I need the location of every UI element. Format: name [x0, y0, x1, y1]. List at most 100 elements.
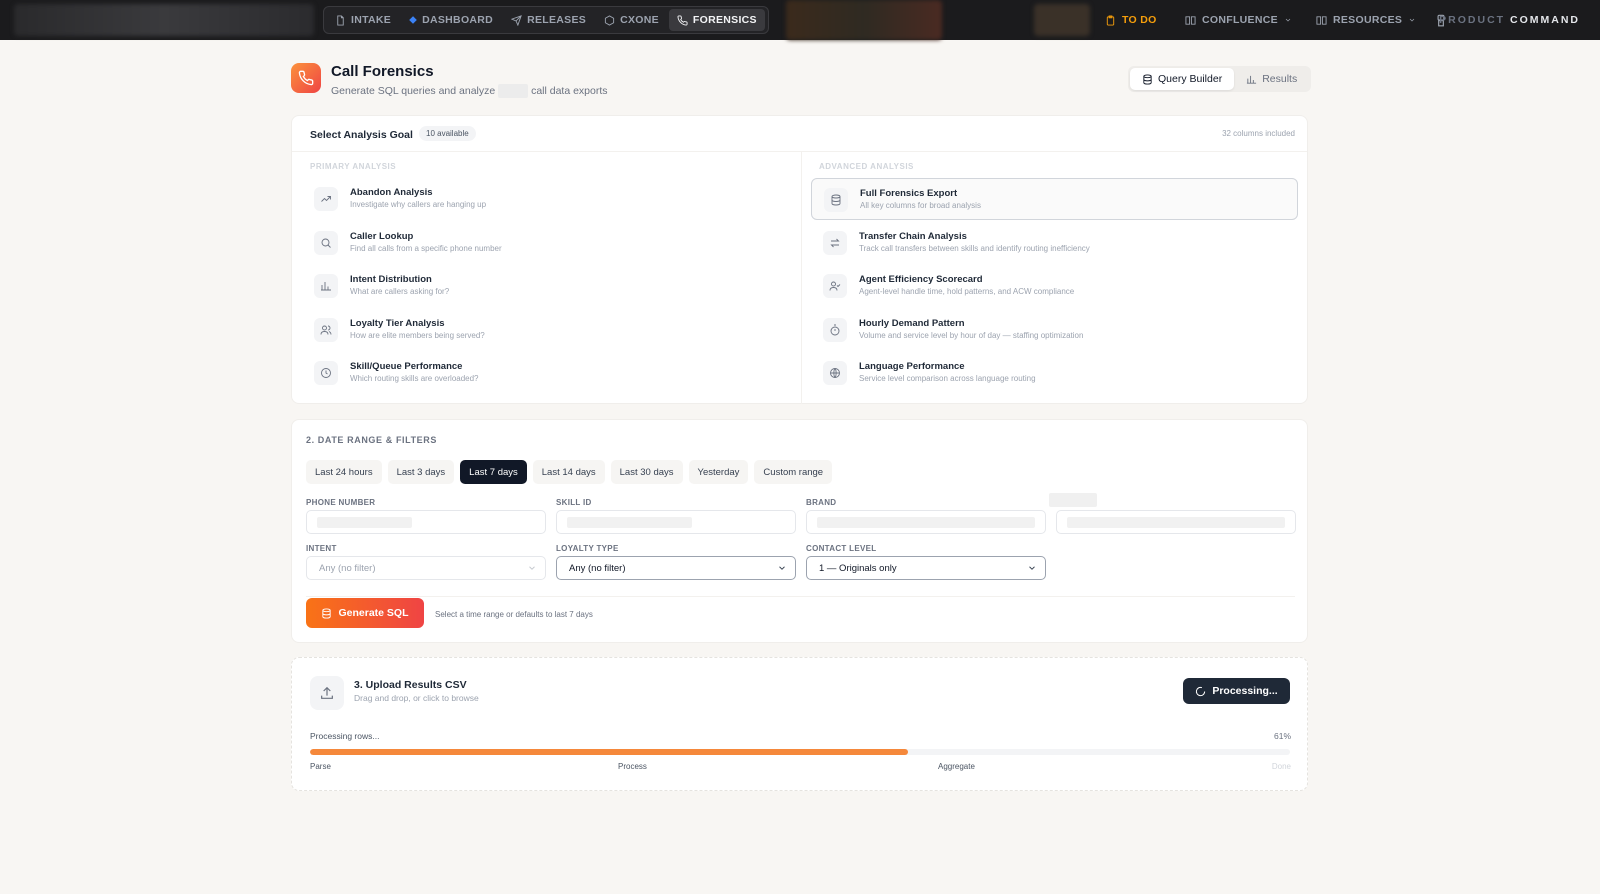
- contact-level-label: CONTACT LEVEL: [806, 544, 877, 553]
- transfer-icon: [823, 231, 847, 255]
- range-last-24-hours[interactable]: Last 24 hours: [306, 460, 382, 484]
- stage-parse: Parse: [310, 762, 331, 771]
- goal-loyalty-tier-analysis[interactable]: Loyalty Tier Analysis How are elite memb…: [302, 309, 789, 351]
- nav-intake[interactable]: INTAKE: [327, 9, 399, 31]
- document-icon: [337, 14, 344, 26]
- nav-dashboard[interactable]: DASHBOARD: [401, 9, 501, 31]
- range-last-7-days[interactable]: Last 7 days: [460, 460, 527, 484]
- spinner-icon: [1196, 686, 1206, 696]
- database-icon: [824, 188, 848, 212]
- redacted-placeholder: [317, 517, 412, 528]
- goal-skill-queue-performance[interactable]: Skill/Queue Performance Which routing sk…: [302, 352, 789, 394]
- bar-chart-icon: [1247, 75, 1257, 84]
- brand-name: PRODUCT COMMAND: [1439, 14, 1580, 26]
- advanced-analysis-label: ADVANCED ANALYSIS: [819, 162, 914, 171]
- columns-included-text: 32 columns included: [1222, 129, 1295, 138]
- range-last-3-days[interactable]: Last 3 days: [387, 460, 455, 484]
- stage-process: Process: [618, 762, 647, 771]
- generate-hint: Select a time range or defaults to last …: [435, 610, 593, 619]
- nav-releases[interactable]: RELEASES: [503, 9, 594, 31]
- book-icon: [1185, 15, 1196, 25]
- redacted-area: [14, 4, 314, 36]
- card-header: Select Analysis Goal 10 available 32 col…: [292, 116, 1307, 152]
- column-divider: [801, 152, 802, 404]
- filters-card: 2. DATE RANGE & FILTERS Last 24 hours La…: [291, 419, 1308, 643]
- trending-up-icon: [314, 187, 338, 211]
- user-check-icon: [823, 274, 847, 298]
- goal-agent-efficiency-scorecard[interactable]: Agent Efficiency Scorecard Agent-level h…: [811, 265, 1298, 307]
- nav-resources[interactable]: RESOURCES: [1316, 0, 1416, 40]
- nav-todo[interactable]: TO DO: [1105, 0, 1157, 40]
- redacted-filter-input[interactable]: [1056, 510, 1296, 534]
- progress-percent: 61%: [1273, 731, 1291, 741]
- redacted-area: [498, 84, 529, 98]
- phone-number-input[interactable]: [306, 510, 546, 534]
- redacted-area: [1034, 4, 1090, 36]
- goal-full-forensics-export[interactable]: Full Forensics Export All key columns fo…: [811, 178, 1298, 220]
- upload-title: 3. Upload Results CSV: [354, 679, 467, 691]
- diamond-icon: [409, 16, 417, 24]
- globe-icon: [823, 361, 847, 385]
- upload-icon[interactable]: [310, 676, 344, 710]
- book-icon: [1316, 15, 1327, 25]
- nav-confluence[interactable]: CONFLUENCE: [1185, 0, 1292, 40]
- redacted-label: [1049, 493, 1097, 507]
- query-builder-tab[interactable]: Query Builder: [1130, 68, 1235, 90]
- redacted-area: [786, 0, 942, 40]
- brand-label: BRAND: [806, 498, 837, 507]
- hexagon-icon: [604, 14, 615, 26]
- nav-forensics[interactable]: FORENSICS: [668, 9, 765, 31]
- users-icon: [314, 318, 338, 342]
- date-range-buttons: Last 24 hours Last 3 days Last 7 days La…: [306, 460, 833, 484]
- nav-cxone[interactable]: CXONE: [596, 9, 667, 31]
- phone-icon: [677, 14, 688, 25]
- upload-subtitle: Drag and drop, or click to browse: [354, 693, 479, 703]
- chevron-down-icon: [1285, 18, 1291, 22]
- goal-hourly-demand-pattern[interactable]: Hourly Demand Pattern Volume and service…: [811, 309, 1298, 351]
- skill-id-input[interactable]: [556, 510, 796, 534]
- loyalty-type-label: LOYALTY TYPE: [556, 544, 619, 553]
- range-yesterday[interactable]: Yesterday: [688, 460, 749, 484]
- redacted-placeholder: [1067, 517, 1285, 528]
- goal-abandon-analysis[interactable]: Abandon Analysis Investigate why callers…: [302, 178, 789, 220]
- section-title: 2. DATE RANGE & FILTERS: [306, 435, 437, 445]
- search-icon: [314, 231, 338, 255]
- goal-intent-distribution[interactable]: Intent Distribution What are callers ask…: [302, 265, 789, 307]
- database-icon: [1143, 73, 1152, 85]
- brand-input[interactable]: [806, 510, 1046, 534]
- goal-transfer-chain-analysis[interactable]: Transfer Chain Analysis Track call trans…: [811, 222, 1298, 264]
- bar-chart-icon: [314, 274, 338, 298]
- goal-caller-lookup[interactable]: Caller Lookup Find all calls from a spec…: [302, 222, 789, 264]
- range-last-30-days[interactable]: Last 30 days: [610, 460, 683, 484]
- progress-label: Processing rows...: [310, 731, 380, 741]
- progress-fill: [310, 749, 908, 755]
- intent-label: INTENT: [306, 544, 337, 553]
- divider: [306, 596, 1295, 597]
- page-subtitle: Generate SQL queries and analyze call da…: [331, 84, 608, 98]
- skill-id-label: SKILL ID: [556, 498, 592, 507]
- results-tab[interactable]: Results: [1234, 68, 1309, 90]
- main-nav: INTAKE DASHBOARD RELEASES CXONE FORENSIC…: [323, 6, 769, 34]
- section-title: Select Analysis Goal: [310, 129, 413, 141]
- clipboard-icon: [1106, 14, 1115, 26]
- contact-level-select[interactable]: 1 — Originals only: [806, 556, 1046, 580]
- loyalty-type-select[interactable]: Any (no filter): [556, 556, 796, 580]
- page-title: Call Forensics: [331, 63, 434, 80]
- phone-number-label: PHONE NUMBER: [306, 498, 376, 507]
- stage-aggregate: Aggregate: [938, 762, 975, 771]
- intent-select[interactable]: Any (no filter): [306, 556, 546, 580]
- primary-analysis-label: PRIMARY ANALYSIS: [310, 162, 397, 171]
- chevron-down-icon: [1409, 18, 1415, 22]
- chevron-down-icon: [1029, 566, 1035, 570]
- upload-dropzone[interactable]: 3. Upload Results CSV Drag and drop, or …: [291, 657, 1308, 791]
- view-toggle: Query Builder Results: [1128, 66, 1312, 92]
- range-custom[interactable]: Custom range: [754, 460, 833, 484]
- goal-language-performance[interactable]: Language Performance Service level compa…: [811, 352, 1298, 394]
- processing-button[interactable]: Processing...: [1183, 678, 1290, 704]
- range-last-14-days[interactable]: Last 14 days: [532, 460, 605, 484]
- generate-sql-button[interactable]: Generate SQL: [306, 598, 424, 628]
- send-icon: [511, 14, 522, 26]
- chevron-down-icon: [779, 566, 785, 570]
- top-navigation-bar: INTAKE DASHBOARD RELEASES CXONE FORENSIC…: [0, 0, 1600, 40]
- phone-icon: [291, 63, 321, 93]
